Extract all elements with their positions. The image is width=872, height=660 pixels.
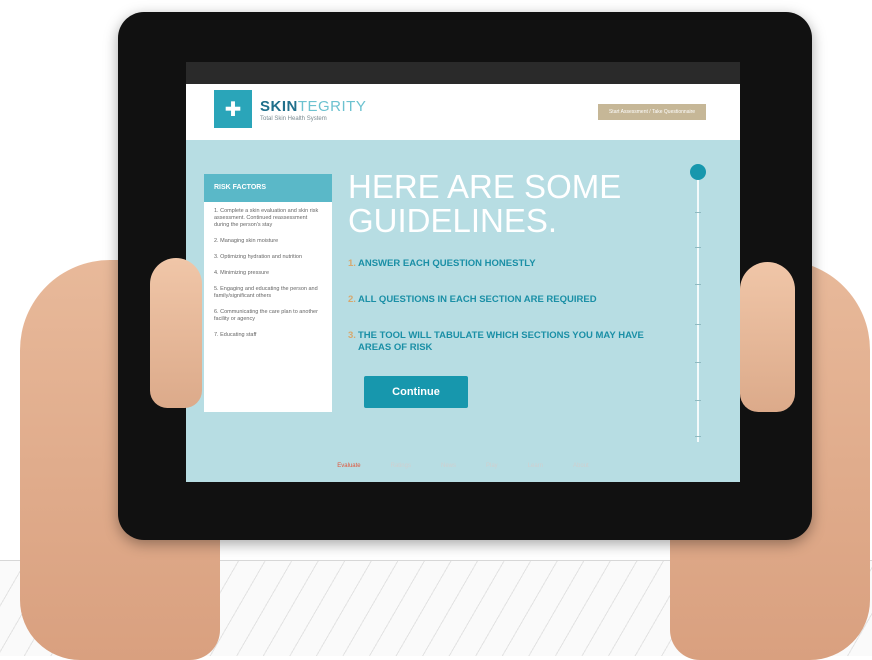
progress-tick: [695, 324, 701, 325]
brand-tagline: Total Skin Health System: [260, 116, 327, 122]
brand-bold: SKIN: [260, 98, 298, 115]
nav-learn[interactable]: Learn: [528, 463, 543, 469]
continue-button[interactable]: Continue: [364, 376, 468, 408]
nav-play[interactable]: Play: [486, 463, 498, 469]
nav-evaluate[interactable]: Evaluate: [337, 463, 360, 469]
header-action-button[interactable]: Start Assessment / Take Questionnaire: [598, 104, 706, 120]
progress-indicator[interactable]: [690, 164, 706, 180]
sidebar-item-4[interactable]: 4. Minimizing pressure: [214, 270, 322, 277]
nav-about[interactable]: About: [573, 463, 589, 469]
sidebar-item-7[interactable]: 7. Educating staff: [214, 332, 322, 339]
right-thumb: [740, 262, 795, 412]
guideline-number: 3.: [348, 330, 356, 341]
risk-factors-sidebar: RISK FACTORS 1. Complete a skin evaluati…: [204, 174, 332, 412]
nav-news[interactable]: News: [441, 463, 456, 469]
guidelines-list: 1. ANSWER EACH QUESTION HONESTLY 2. ALL …: [348, 258, 678, 378]
left-thumb: [150, 258, 202, 408]
sidebar-item-3[interactable]: 3. Optimizing hydration and nutrition: [214, 254, 322, 261]
guideline-item: 1. ANSWER EACH QUESTION HONESTLY: [348, 258, 678, 270]
sidebar-item-5[interactable]: 5. Engaging and educating the person and…: [214, 286, 322, 300]
brand-light: TEGRITY: [297, 98, 367, 115]
guideline-number: 2.: [348, 294, 356, 305]
nav-ratings[interactable]: Ratings: [391, 463, 411, 469]
status-bar: [186, 62, 740, 84]
logo-icon: ✚: [214, 90, 252, 128]
brand-name: SKINTEGRITY: [260, 98, 366, 115]
guideline-item: 3. THE TOOL WILL TABULATE WHICH SECTIONS…: [348, 330, 678, 354]
guideline-text: ALL QUESTIONS IN EACH SECTION ARE REQUIR…: [358, 294, 597, 305]
progress-tick: [695, 284, 701, 285]
progress-tick: [695, 436, 701, 437]
progress-tick: [695, 247, 701, 248]
progress-tick: [695, 400, 701, 401]
guideline-item: 2. ALL QUESTIONS IN EACH SECTION ARE REQ…: [348, 294, 678, 306]
app-header: ✚ SKINTEGRITY Total Skin Health System S…: [186, 84, 740, 140]
sidebar-item-2[interactable]: 2. Managing skin moisture: [214, 238, 322, 245]
guideline-text: ANSWER EACH QUESTION HONESTLY: [358, 258, 536, 269]
progress-tick: [695, 362, 701, 363]
guideline-number: 1.: [348, 258, 356, 269]
page-title: HERE ARE SOME GUIDELINES.: [348, 168, 622, 239]
sidebar-title: RISK FACTORS: [204, 174, 332, 202]
sidebar-item-6[interactable]: 6. Communicating the care plan to anothe…: [214, 309, 322, 323]
bottom-nav: Evaluate Ratings News Play Learn About: [186, 456, 740, 476]
sidebar-list: 1. Complete a skin evaluation and skin r…: [204, 202, 332, 339]
sidebar-item-1[interactable]: 1. Complete a skin evaluation and skin r…: [214, 208, 322, 229]
progress-tick: [695, 212, 701, 213]
guideline-text: THE TOOL WILL TABULATE WHICH SECTIONS YO…: [358, 330, 644, 353]
tablet-screen: ✚ SKINTEGRITY Total Skin Health System S…: [186, 62, 740, 482]
